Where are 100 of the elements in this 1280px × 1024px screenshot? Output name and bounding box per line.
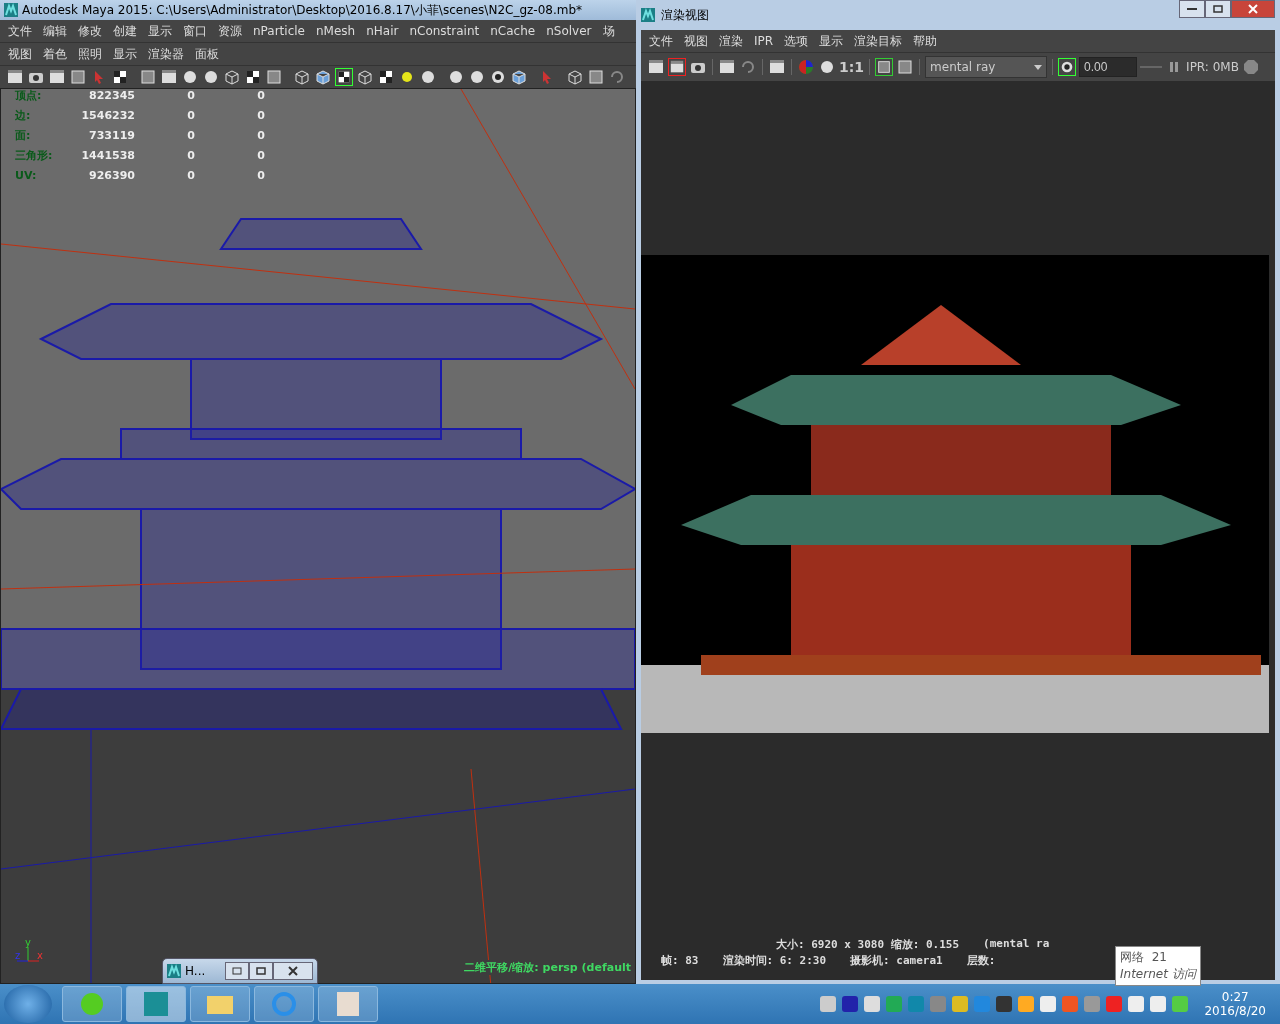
- sphere-icon[interactable]: [181, 68, 199, 86]
- menu-item[interactable]: 照明: [78, 45, 102, 63]
- close-button[interactable]: [1231, 0, 1275, 18]
- stat-value: 0: [186, 109, 195, 123]
- menu-item[interactable]: IPR: [754, 34, 774, 48]
- square-icon[interactable]: [587, 68, 605, 86]
- stat-label: 边:: [15, 109, 32, 123]
- stat-value: 733119: [88, 129, 135, 143]
- close-button[interactable]: [273, 962, 313, 980]
- tray-icon[interactable]: [820, 996, 837, 1012]
- stat-value: 1546232: [80, 109, 135, 123]
- menu-item[interactable]: 资源: [218, 22, 242, 40]
- tray-icon[interactable]: [996, 996, 1013, 1012]
- menu-item[interactable]: 渲染目标: [854, 32, 903, 50]
- exposure-field[interactable]: 0.00: [1079, 57, 1138, 77]
- stat-value: 0: [186, 169, 195, 183]
- refresh-icon[interactable]: [608, 68, 626, 86]
- minimized-window[interactable]: H...: [162, 958, 318, 984]
- menu-item[interactable]: nConstraint: [409, 24, 480, 38]
- start-button[interactable]: [4, 985, 52, 1023]
- wireframe-cube-icon[interactable]: [293, 68, 311, 86]
- stat-value: 0: [256, 149, 265, 163]
- checker-icon[interactable]: [377, 68, 395, 86]
- render-info-text: 帧: 83: [661, 953, 699, 968]
- menu-item[interactable]: 选项: [784, 32, 809, 50]
- sphere-icon[interactable]: [818, 58, 836, 76]
- stat-value: 0: [256, 129, 265, 143]
- tray-icon[interactable]: [1128, 996, 1145, 1012]
- wireframe-cube-icon[interactable]: [356, 68, 374, 86]
- menu-item[interactable]: 创建: [113, 22, 137, 40]
- aperture-icon[interactable]: [1058, 58, 1077, 76]
- menu-item[interactable]: 显示: [819, 32, 844, 50]
- restore-icon: [232, 967, 242, 975]
- menu-item[interactable]: nParticle: [253, 24, 305, 38]
- menu-item[interactable]: 场: [602, 22, 615, 40]
- ring-icon: [269, 991, 299, 1017]
- render-info-text: 大小: 6920 x 3080 缩放: 0.155: [776, 937, 960, 952]
- caret-icon: [1034, 64, 1043, 70]
- square-icon[interactable]: [896, 58, 915, 76]
- menu-item[interactable]: nMesh: [315, 24, 356, 38]
- sphere-icon[interactable]: [447, 68, 465, 86]
- render-info-text: 渲染时间: 6: 2:30: [722, 953, 827, 968]
- tray-icon[interactable]: [864, 996, 881, 1012]
- checker-icon[interactable]: [111, 68, 129, 86]
- maximize-button[interactable]: [1205, 0, 1231, 18]
- axis-label: z: [15, 950, 21, 961]
- menu-item[interactable]: 面板: [195, 45, 219, 63]
- square-icon[interactable]: [265, 68, 283, 86]
- close-icon: [288, 966, 298, 976]
- cube-icon[interactable]: [314, 68, 332, 86]
- sphere-icon[interactable]: [419, 68, 437, 86]
- maximize-icon: [256, 967, 266, 975]
- render-info-text: 摄影机: camera1: [850, 953, 943, 968]
- square-icon[interactable]: [69, 68, 87, 86]
- menu-item[interactable]: nHair: [366, 24, 399, 38]
- menu-item[interactable]: 渲染: [719, 32, 743, 50]
- ratio-label[interactable]: 1:1: [839, 59, 865, 75]
- stat-value: 0: [186, 89, 195, 103]
- checker-icon[interactable]: [335, 68, 353, 86]
- wireframe-cube-icon[interactable]: [223, 68, 241, 86]
- stat-label: UV:: [15, 169, 38, 183]
- photo-app-button[interactable]: [318, 986, 378, 1022]
- tray-icon[interactable]: [1150, 996, 1167, 1012]
- sphere-icon[interactable]: [468, 68, 486, 86]
- ipr-memory-label: IPR: 0MB: [1186, 60, 1239, 74]
- wireframe-cube-icon[interactable]: [566, 68, 584, 86]
- menu-item[interactable]: 文件: [8, 22, 32, 40]
- menu-item[interactable]: 视图: [684, 32, 708, 50]
- maximize-button[interactable]: [249, 962, 273, 980]
- minimize-button[interactable]: [1179, 0, 1205, 18]
- square-icon[interactable]: [875, 58, 894, 76]
- clock[interactable]: 0:27 2016/8/20: [1194, 990, 1276, 1018]
- menu-item[interactable]: 渲染器: [148, 45, 184, 63]
- stat-value: 0: [256, 169, 265, 183]
- checker-icon[interactable]: [244, 68, 262, 86]
- menu-item[interactable]: 修改: [78, 22, 102, 40]
- menu-item[interactable]: nSolver: [546, 24, 592, 38]
- aperture-icon[interactable]: [489, 68, 507, 86]
- cube-icon[interactable]: [510, 68, 528, 86]
- menu-item[interactable]: 着色: [43, 45, 67, 63]
- axis-indicator-icon: [17, 947, 39, 963]
- menu-item[interactable]: 编辑: [43, 22, 67, 40]
- menu-item[interactable]: 显示: [113, 45, 137, 63]
- menu-item[interactable]: 帮助: [913, 32, 938, 50]
- menu-item[interactable]: 视图: [8, 45, 32, 63]
- renderer-dropdown[interactable]: mental ray: [925, 56, 1048, 78]
- color-wheel-icon[interactable]: [797, 58, 815, 76]
- close-icon: [1248, 4, 1258, 14]
- window-title: H...: [185, 964, 206, 978]
- menu-item[interactable]: nCache: [490, 24, 536, 38]
- tray-icon[interactable]: [1040, 996, 1057, 1012]
- tray-icon[interactable]: [842, 996, 859, 1012]
- menu-item[interactable]: 窗口: [183, 22, 207, 40]
- window-title: 渲染视图: [661, 6, 709, 24]
- menu-item[interactable]: 显示: [148, 22, 172, 40]
- sphere-icon[interactable]: [202, 68, 220, 86]
- stop-icon[interactable]: [1241, 58, 1260, 76]
- square-icon[interactable]: [139, 68, 157, 86]
- menu-item[interactable]: 文件: [649, 32, 673, 50]
- restore-button[interactable]: [225, 962, 249, 980]
